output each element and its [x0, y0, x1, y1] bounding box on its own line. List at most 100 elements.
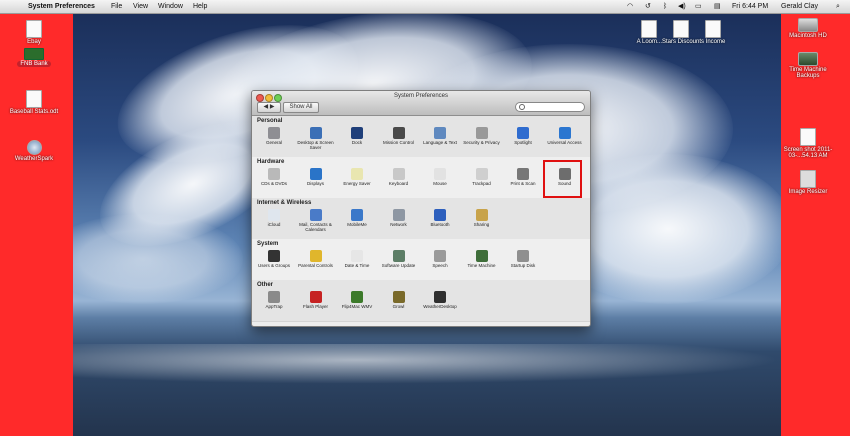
- pref-pane-universal-access[interactable]: Universal Access: [545, 127, 585, 145]
- pref-pane-keyboard[interactable]: Keyboard: [379, 168, 419, 186]
- pref-pane-flip4mac-wmv[interactable]: Flip4Mac WMV: [337, 291, 377, 309]
- pref-pane-displays[interactable]: Displays: [296, 168, 336, 186]
- pref-pane-sharing[interactable]: Sharing: [462, 209, 502, 227]
- spotlight-icon[interactable]: ⌕: [836, 0, 840, 13]
- pref-pane-time-machine[interactable]: Time Machine: [462, 250, 502, 268]
- trackpad-icon: [475, 168, 488, 180]
- wifi-icon[interactable]: ◠: [627, 0, 633, 13]
- desktop-item-documents[interactable]: A Loom...Stars Discounts Income: [636, 20, 726, 45]
- pref-pane-label: Time Machine: [467, 263, 496, 268]
- globe-icon: [26, 140, 42, 155]
- pref-pane-mobileme[interactable]: MobileMe: [337, 209, 377, 227]
- desktop-item-ebay[interactable]: Ebay: [4, 20, 64, 45]
- pref-pane-bluetooth[interactable]: Bluetooth: [420, 209, 460, 227]
- menu-view[interactable]: View: [133, 0, 148, 13]
- desktop-item-macintosh-hd[interactable]: Macintosh HD: [778, 18, 838, 39]
- menu-clock[interactable]: Fri 6:44 PM: [732, 0, 768, 13]
- menu-app-name[interactable]: System Preferences: [28, 0, 95, 13]
- section-other: Other AppTrap Flash Player Flip4Mac WMV Grow…: [252, 280, 590, 322]
- section-system: System Users & Groups Parental Controls Dat…: [252, 239, 590, 281]
- section-title: Internet & Wireless: [257, 200, 312, 206]
- document-icon: [705, 20, 721, 38]
- section-hardware: Hardware CDs & DVDs Displays Energy Saver Ke…: [252, 157, 590, 199]
- section-personal: Personal General Desktop & Screen Saver Doc…: [252, 116, 590, 158]
- menu-help[interactable]: Help: [193, 0, 207, 13]
- pref-pane-users-groups[interactable]: Users & Groups: [254, 250, 294, 268]
- pref-pane-label: Security & Privacy: [463, 140, 500, 145]
- sound-highlight-box: [543, 160, 582, 198]
- app-icon: [800, 170, 816, 188]
- document-icon: [641, 20, 657, 38]
- document-icon: [26, 20, 42, 38]
- pref-pane-apptrap[interactable]: AppTrap: [254, 291, 294, 309]
- pref-pane-label: Energy Saver: [343, 181, 371, 186]
- pref-pane-icloud[interactable]: iCloud: [254, 209, 294, 227]
- system-preferences-window: System Preferences ◀ ▶ Show All Personal…: [251, 90, 591, 327]
- desktop-item-baseball-stats[interactable]: Baseball Stats.odt: [4, 90, 64, 115]
- icloud-icon: [268, 209, 280, 221]
- pref-pane-mouse[interactable]: Mouse: [420, 168, 460, 186]
- volume-icon[interactable]: ◀): [678, 0, 686, 13]
- input-flag-icon[interactable]: ▤: [714, 0, 721, 13]
- desktop-item-weatherspark[interactable]: WeatherSpark: [4, 140, 64, 162]
- pref-pane-general[interactable]: General: [254, 127, 294, 145]
- pref-pane-label: Flip4Mac WMV: [341, 304, 373, 309]
- section-internet-wireless: Internet & Wireless iCloud Mail, Contacts …: [252, 198, 590, 240]
- pref-pane-speech[interactable]: Speech: [420, 250, 460, 268]
- search-input[interactable]: [515, 102, 585, 112]
- pref-pane-label: WeatherDesktop: [423, 304, 457, 309]
- pref-pane-print-scan[interactable]: Print & Scan: [503, 168, 543, 186]
- pref-pane-label: General: [265, 140, 282, 145]
- pref-pane-date-time[interactable]: Date & Time: [337, 250, 377, 268]
- mobileme-icon: [351, 209, 363, 221]
- apptrap-icon: [268, 291, 280, 303]
- pref-pane-energy-saver[interactable]: Energy Saver: [337, 168, 377, 186]
- back-forward-buttons[interactable]: ◀ ▶: [257, 102, 281, 113]
- pref-pane-network[interactable]: Network: [379, 209, 419, 227]
- pref-pane-label: Flash Player: [302, 304, 328, 309]
- desktop-item-fnb-bank[interactable]: FNB Bank: [4, 48, 64, 67]
- pref-pane-desktop-screen-saver[interactable]: Desktop & Screen Saver: [296, 127, 336, 150]
- battery-icon[interactable]: ▭: [695, 0, 702, 13]
- pref-pane-spotlight[interactable]: Spotlight: [503, 127, 543, 145]
- security-privacy-icon: [475, 127, 488, 139]
- pref-pane-security-privacy[interactable]: Security & Privacy: [462, 127, 502, 145]
- desktop-screen-saver-icon: [309, 127, 322, 139]
- window-titlebar[interactable]: System Preferences ◀ ▶ Show All: [252, 91, 590, 116]
- pref-pane-parental-controls[interactable]: Parental Controls: [296, 250, 336, 268]
- mouse-icon: [434, 168, 446, 180]
- pref-pane-mail-contacts-calendars[interactable]: Mail, Contacts & Calendars: [296, 209, 336, 232]
- show-all-button[interactable]: Show All: [283, 102, 319, 113]
- desktop-item-screen-shot[interactable]: Screen shot 2011-03-...54.13 AM: [778, 128, 838, 159]
- pref-pane-dock[interactable]: Dock: [337, 127, 377, 145]
- pref-pane-flash-player[interactable]: Flash Player: [296, 291, 336, 309]
- general-icon: [268, 127, 280, 139]
- desktop-item-time-machine-backups[interactable]: Time Machine Backups: [778, 52, 838, 79]
- pref-pane-trackpad[interactable]: Trackpad: [462, 168, 502, 186]
- language-text-icon: [434, 127, 446, 139]
- menu-file[interactable]: File: [111, 0, 122, 13]
- pref-pane-label: Sharing: [473, 222, 490, 227]
- pref-pane-startup-disk[interactable]: Startup Disk: [503, 250, 543, 268]
- window-title: System Preferences: [393, 93, 449, 99]
- menu-user[interactable]: Gerald Clay: [781, 0, 818, 13]
- date-time-icon: [351, 250, 363, 262]
- search-icon: [519, 104, 525, 110]
- pref-pane-cds-dvds[interactable]: CDs & DVDs: [254, 168, 294, 186]
- pref-pane-growl[interactable]: Growl: [379, 291, 419, 309]
- menu-window[interactable]: Window: [158, 0, 183, 13]
- menu-bar: System Preferences File View Window Help…: [0, 0, 850, 14]
- desktop-item-image-resizer[interactable]: Image Resizer: [778, 170, 838, 195]
- pref-pane-language-text[interactable]: Language & Text: [420, 127, 460, 145]
- bluetooth-icon[interactable]: ᛒ: [663, 0, 667, 13]
- keyboard-icon: [392, 168, 405, 180]
- pref-pane-label: Growl: [392, 304, 405, 309]
- pref-pane-weatherdesktop[interactable]: WeatherDesktop: [420, 291, 460, 309]
- universal-access-icon: [558, 127, 571, 139]
- pref-pane-software-update[interactable]: Software Update: [379, 250, 419, 268]
- pref-pane-label: Dock: [351, 140, 363, 145]
- pref-pane-label: Trackpad: [472, 181, 491, 186]
- bank-icon: [24, 48, 44, 60]
- time-machine-status-icon[interactable]: ↺: [645, 0, 651, 13]
- pref-pane-mission-control[interactable]: Mission Control: [379, 127, 419, 145]
